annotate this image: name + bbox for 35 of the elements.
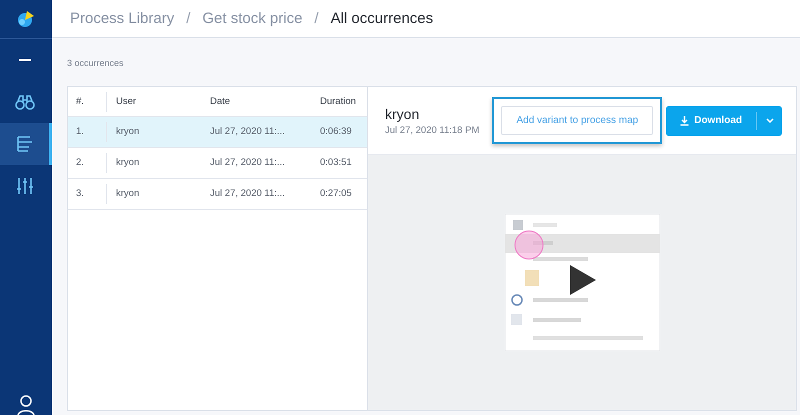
user-name: kryon [385,106,420,122]
column-header: Date [209,94,232,108]
table-cell-text: Jul 27, 2020 11:... [209,125,286,139]
add-variant-button[interactable]: Add variant to process map [501,106,654,135]
logo-icon [16,10,36,28]
table-row[interactable]: 1. kryon Jul 27, 2020 11:... 0:06:39 [68,117,367,148]
table-cell-text: 0:27:05 [319,187,353,201]
column-header: Duration [319,94,357,108]
hierarchy-icon [16,135,34,153]
breadcrumb-link[interactable]: Get stock price [202,10,302,27]
play-icon[interactable] [568,263,598,297]
table-cell-text: 2. [75,156,85,170]
caret-icon [766,118,774,123]
table-cell-text: Jul 27, 2020 11:... [209,156,286,170]
occurrence-date: Jul 27, 2020 11:18 PM [385,124,480,136]
table-cell: kryon [106,153,202,173]
nav-item[interactable] [0,123,52,165]
sliders-icon [16,177,34,195]
column-header: #. [75,94,85,108]
column-header: User [106,92,202,112]
table-cell-text: Jul 27, 2020 11:... [209,187,286,201]
breadcrumb-link[interactable]: Process Library [70,10,174,27]
breadcrumb-separator: / [314,10,319,27]
table-cell-text: 0:03:51 [319,156,353,170]
binoculars-icon [14,94,34,110]
user-icon[interactable] [17,395,35,415]
table-cell: kryon [106,122,202,142]
minus-icon [18,59,30,61]
table-cell-text: 3. [75,187,85,201]
table-cell-text: 0:06:39 [319,125,353,139]
table-cell-text: 1. [75,125,85,139]
breadcrumb-separator: / [186,10,190,27]
download-icon [680,116,690,126]
occurrence-count: 3 occurrences [67,58,124,68]
table-cell: kryon [106,184,202,204]
